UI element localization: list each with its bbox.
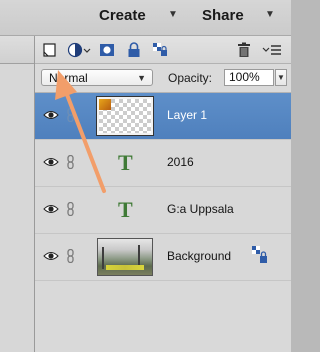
canvas-edge xyxy=(0,36,35,352)
new-layer-icon[interactable] xyxy=(41,41,59,59)
blend-mode-value: Normal xyxy=(49,71,88,85)
visibility-eye-icon[interactable] xyxy=(43,202,59,216)
layer-name: Background xyxy=(167,249,232,263)
blend-dropdown-icon: ▼ xyxy=(137,73,146,83)
layer-mask-icon[interactable] xyxy=(98,41,116,59)
canvas-area xyxy=(0,64,34,352)
visibility-eye-icon[interactable] xyxy=(43,155,59,169)
panel-menu-icon[interactable] xyxy=(261,41,283,59)
visibility-eye-icon[interactable] xyxy=(43,108,59,122)
adjustment-layer-icon[interactable] xyxy=(67,41,91,59)
link-icon[interactable] xyxy=(63,202,79,216)
thumbnail-photo-fragment xyxy=(99,99,111,110)
create-button[interactable]: Create xyxy=(99,7,146,24)
layer-options-row: Normal ▼ Opacity: 100% ▼ xyxy=(35,64,291,93)
link-icon[interactable] xyxy=(63,249,79,263)
layer-row-layer-1[interactable]: Layer 1 xyxy=(35,93,291,140)
layer-thumbnail xyxy=(96,96,154,136)
layer-name: 2016 xyxy=(167,155,194,169)
lock-transparency-icon[interactable] xyxy=(151,41,169,59)
canvas-top-bar xyxy=(0,36,34,64)
layer-row-2016[interactable]: T 2016 xyxy=(35,140,291,187)
create-dropdown-icon[interactable]: ▼ xyxy=(168,9,178,20)
opacity-input[interactable]: 100% xyxy=(224,69,274,86)
blend-mode-select[interactable]: Normal ▼ xyxy=(41,69,153,86)
lock-all-icon[interactable] xyxy=(125,41,143,59)
opacity-label: Opacity: xyxy=(168,71,213,85)
delete-layer-icon[interactable] xyxy=(235,41,253,59)
share-button[interactable]: Share xyxy=(202,7,244,24)
layer-row-ga-uppsala[interactable]: T G:a Uppsala xyxy=(35,187,291,234)
layers-toolbar xyxy=(35,36,291,64)
link-icon[interactable] xyxy=(63,155,79,169)
layers-panel: Normal ▼ Opacity: 100% ▼ Layer 1 T 2016 … xyxy=(35,36,291,352)
link-icon[interactable] xyxy=(63,108,79,122)
share-dropdown-icon[interactable]: ▼ xyxy=(265,9,275,20)
text-layer-icon: T xyxy=(118,150,133,175)
visibility-eye-icon[interactable] xyxy=(43,249,59,263)
background-thumbnail xyxy=(97,238,153,276)
text-layer-icon: T xyxy=(118,197,133,222)
lock-icon[interactable] xyxy=(251,245,269,265)
layer-name: Layer 1 xyxy=(167,108,208,122)
opacity-dropdown-icon[interactable]: ▼ xyxy=(275,69,287,86)
layer-name: G:a Uppsala xyxy=(167,202,234,216)
layer-row-background[interactable]: Background xyxy=(35,234,291,281)
top-bar: Create ▼ Share ▼ xyxy=(0,0,291,36)
